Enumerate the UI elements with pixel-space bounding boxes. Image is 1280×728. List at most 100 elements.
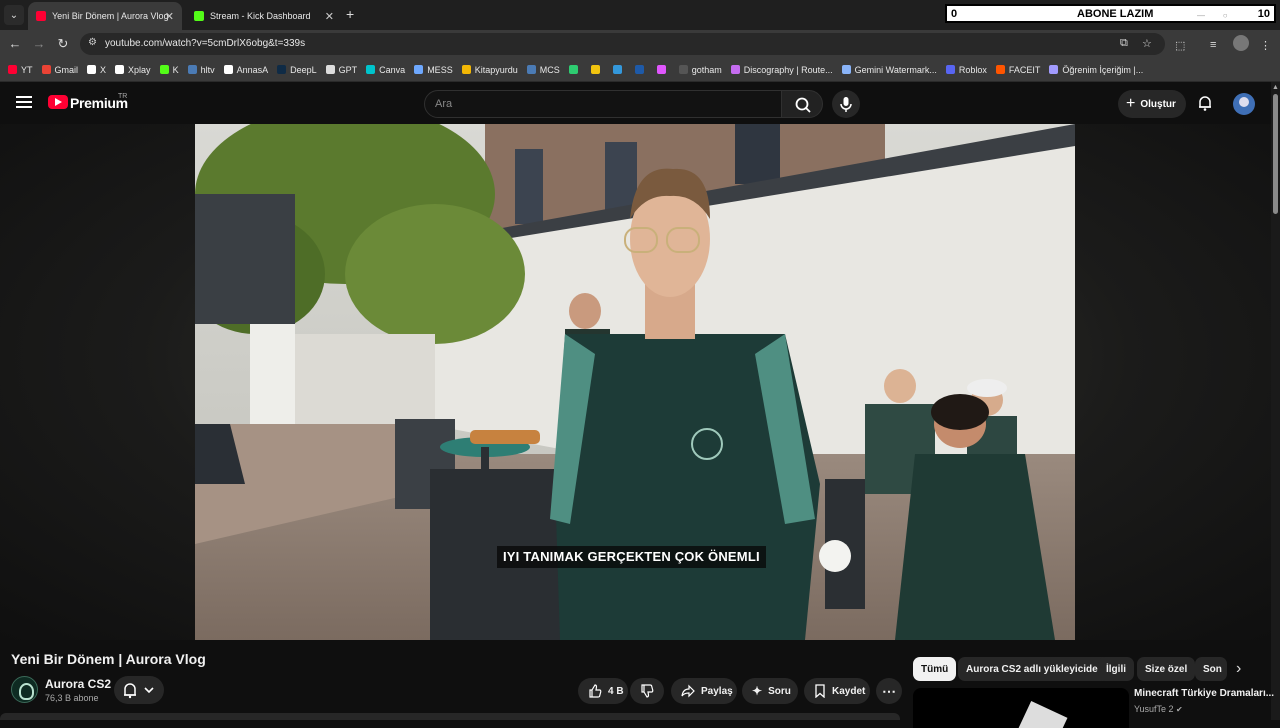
search-placeholder: Ara (435, 98, 453, 110)
browser-menu-icon[interactable]: ⋮ (1260, 39, 1271, 52)
chevron-right-icon[interactable]: › (1236, 660, 1241, 678)
share-label: Paylaş (701, 685, 733, 697)
bookmark-item[interactable]: MESS (414, 65, 453, 75)
bookmark-item[interactable]: gotham (678, 65, 722, 75)
bookmark-item[interactable] (590, 65, 604, 74)
bookmark-favicon-icon (115, 65, 125, 74)
bookmark-favicon-icon (634, 65, 644, 74)
account-avatar[interactable] (1233, 93, 1255, 115)
tab-search-button[interactable]: ⌄ (4, 5, 24, 25)
video-title: Yeni Bir Dönem | Aurora Vlog (11, 651, 206, 667)
new-tab-button[interactable]: + (346, 6, 354, 22)
bookmark-item[interactable]: X (87, 65, 106, 75)
dislike-button[interactable] (630, 678, 664, 704)
chip-recent[interactable]: Son (1195, 657, 1227, 681)
search-button[interactable] (781, 90, 823, 118)
create-button[interactable]: + Oluştur (1118, 90, 1186, 118)
bookmark-item[interactable]: hltv (187, 65, 215, 75)
bookmark-item[interactable]: K (159, 65, 179, 75)
bookmark-item[interactable]: GPT (325, 65, 357, 75)
url-text[interactable]: youtube.com/watch?v=5cmDrlX6obg&t=339s (105, 38, 305, 49)
reload-icon[interactable]: ↻ (54, 35, 72, 53)
menu-hamburger-icon[interactable] (16, 96, 32, 108)
youtube-logo-icon[interactable] (48, 95, 68, 109)
channel-name[interactable]: Aurora CS2 (45, 677, 111, 691)
recommendation-title[interactable]: Minecraft Türkiye Dramaları... (1134, 688, 1274, 699)
search-icon (795, 97, 811, 113)
jersey-logo-polymarket (607, 469, 707, 499)
bookmark-item[interactable] (656, 65, 670, 74)
install-app-icon[interactable]: ⧉ (1120, 37, 1128, 50)
bookmark-item[interactable]: Roblox (945, 65, 987, 75)
microphone-icon (840, 97, 852, 112)
stream-goal-overlay: 0 ABONE LAZIM — ○ 10 (945, 4, 1276, 23)
address-bar[interactable]: ⚙ youtube.com/watch?v=5cmDrlX6obg&t=339s… (80, 33, 1165, 55)
bookmark-item[interactable]: Xplay (115, 65, 151, 75)
bookmark-favicon-icon (730, 65, 740, 74)
bookmark-favicon-icon (612, 65, 622, 74)
bookmark-item[interactable]: Discography | Route... (730, 65, 833, 75)
region-code: TR (118, 93, 128, 100)
bookmark-item[interactable]: Canva (366, 65, 405, 75)
subscribed-notifications-button[interactable] (114, 676, 164, 704)
recommendation-thumbnail[interactable] (913, 688, 1129, 728)
scrollbar-thumb[interactable] (1273, 94, 1278, 214)
media-controls-icon[interactable]: ≡ (1210, 39, 1216, 51)
recommendation-channel[interactable]: YusufTe 2 ✔ (1134, 704, 1183, 714)
bookmark-favicon-icon (41, 65, 51, 74)
chip-related[interactable]: İlgili (1098, 657, 1134, 681)
ask-button[interactable]: ✦ Soru (742, 678, 798, 704)
close-tab-icon[interactable]: ✕ (165, 10, 174, 23)
verified-check-icon: ✔ (1176, 705, 1183, 714)
extensions-icon[interactable]: ⬚ (1175, 39, 1185, 52)
bookmark-item[interactable] (634, 65, 648, 74)
bookmark-item[interactable]: Gmail (41, 65, 78, 75)
person-cap (967, 379, 1007, 397)
bookmark-item[interactable] (568, 65, 582, 74)
search-input[interactable]: Ara (424, 90, 782, 118)
bookmark-favicon-icon (526, 65, 536, 74)
bookmark-item[interactable]: DeepL (277, 65, 317, 75)
bookmark-item[interactable]: Öğrenim İçeriğim |... (1049, 65, 1143, 75)
site-info-icon[interactable]: ⚙ (88, 37, 97, 48)
bookmark-favicon-icon (187, 65, 197, 74)
profile-avatar[interactable] (1233, 35, 1249, 51)
youtube-header: Premium TR Ara + Oluştur (0, 82, 1280, 124)
bookmark-favicon-icon (277, 65, 287, 74)
bookmark-item[interactable] (612, 65, 626, 74)
bookmark-item[interactable]: Gemini Watermark... (841, 65, 937, 75)
chip-for-you[interactable]: Size özel (1137, 657, 1196, 681)
channel-avatar[interactable] (11, 676, 38, 703)
save-label: Kaydet (832, 685, 866, 697)
forward-arrow-icon[interactable]: → (30, 35, 48, 53)
voice-search-button[interactable] (832, 90, 860, 118)
person-seated-head (884, 369, 916, 403)
bookmark-star-icon[interactable]: ☆ (1142, 37, 1152, 50)
page-scrollbar[interactable]: ▲ (1271, 82, 1280, 720)
bookmark-item[interactable]: FACEIT (995, 65, 1040, 75)
bookmark-item[interactable]: Kitapyurdu (461, 65, 518, 75)
notifications-bell-icon[interactable] (1196, 94, 1214, 112)
balcony-rail (195, 194, 295, 324)
chip-from-uploader[interactable]: Aurora CS2 adlı yükleyiciden (958, 657, 1112, 681)
bookmark-favicon-icon (945, 65, 955, 74)
scroll-up-icon[interactable]: ▲ (1272, 84, 1279, 91)
save-button[interactable]: Kaydet (804, 678, 870, 704)
pizza (470, 430, 540, 444)
bell-icon (124, 683, 154, 699)
share-button[interactable]: Paylaş (671, 678, 737, 704)
browser-tab-kick[interactable]: Stream - Kick Dashboard ✕ (186, 2, 342, 30)
description-box[interactable] (0, 713, 900, 720)
like-button[interactable]: 4 B (578, 678, 628, 704)
back-arrow-icon[interactable]: ← (6, 35, 24, 53)
bookmark-icon (815, 684, 825, 698)
bookmark-item[interactable]: YT (8, 65, 33, 75)
bookmark-item[interactable]: MCS (526, 65, 560, 75)
bookmark-favicon-icon (414, 65, 424, 74)
more-actions-icon[interactable]: ⋯ (876, 678, 902, 704)
goal-current: 0 (951, 8, 958, 20)
browser-tab-youtube[interactable]: Yeni Bir Dönem | Aurora Vlog ✕ (28, 2, 182, 30)
bookmark-item[interactable]: AnnasA (223, 65, 268, 75)
close-tab-icon[interactable]: ✕ (325, 10, 334, 23)
chip-all[interactable]: Tümü (913, 657, 957, 681)
